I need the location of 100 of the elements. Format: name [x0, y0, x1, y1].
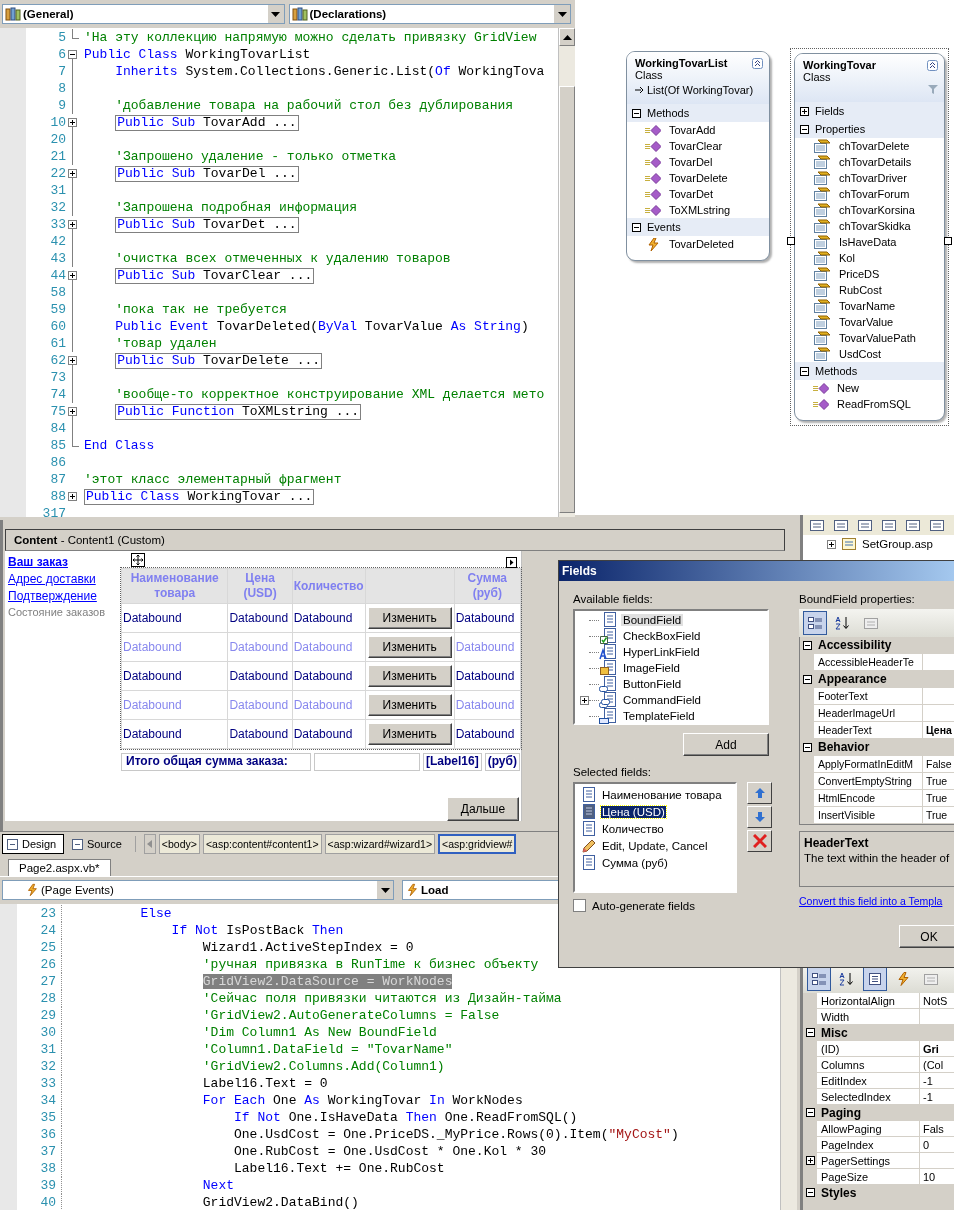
member-name[interactable]: RubCost [839, 284, 882, 296]
member-name[interactable]: TovarClear [669, 140, 723, 152]
fold-toggle-icon[interactable] [68, 220, 77, 229]
file-tab[interactable]: Page2.aspx.vb* [8, 859, 111, 876]
field-type-item[interactable]: BoundField [621, 614, 684, 626]
member-name[interactable]: Kol [839, 252, 855, 264]
member-name[interactable]: chTovarDelete [839, 140, 910, 152]
breadcrumb[interactable]: <asp:wizard#wizard1> [324, 834, 436, 854]
dropdown[interactable]: (Declarations) [288, 4, 571, 24]
dropdown[interactable]: (General) [2, 4, 285, 24]
expand-toggle-icon[interactable] [580, 695, 589, 705]
expand-toggle-icon[interactable] [802, 742, 812, 752]
selected-field-item[interactable]: Цена (USD) [601, 805, 666, 818]
property-value[interactable]: (Col [920, 1057, 954, 1072]
class-shape[interactable]: WorkingTovarList Class List(Of WorkingTovar) Methods TovarAdd TovarClear TovarDel TovarDelete TovarDet ToXMLstring Events TovarDeleted [626, 51, 770, 261]
total-field[interactable] [314, 753, 420, 771]
fold-toggle-icon[interactable] [68, 407, 77, 416]
expand-toggle-icon[interactable] [805, 1028, 815, 1037]
collapse-icon[interactable] [752, 57, 763, 69]
edit-button[interactable]: Изменить [367, 607, 452, 629]
property-value[interactable]: 10 [920, 1169, 954, 1184]
checkbox[interactable] [573, 899, 586, 912]
smart-tag-icon[interactable] [506, 557, 517, 568]
expand-toggle-icon[interactable] [802, 640, 812, 650]
expand-toggle-icon[interactable] [805, 1188, 815, 1197]
selected-field-item[interactable]: Количество [601, 822, 665, 835]
property-value[interactable]: 0 [920, 1137, 954, 1152]
resize-handle[interactable] [944, 237, 952, 245]
expand-toggle-icon[interactable] [632, 108, 641, 118]
toolbar-icon[interactable] [929, 518, 945, 532]
edit-button[interactable]: Изменить [367, 694, 452, 716]
edit-button[interactable]: Изменить [367, 723, 452, 745]
property-value[interactable]: False [923, 756, 954, 772]
expand-toggle-icon[interactable] [632, 222, 641, 232]
property-value[interactable]: NotS [920, 993, 954, 1008]
categorized-icon[interactable] [807, 967, 831, 991]
member-name[interactable]: TovarAdd [669, 124, 716, 136]
expand-toggle-icon[interactable] [800, 106, 809, 116]
list-box[interactable]: BoundField CheckBoxField HyperLinkField ImageField ButtonField CommandField TemplateField [573, 609, 769, 725]
member-name[interactable]: chTovarSkidka [839, 220, 911, 232]
fold-toggle-icon[interactable] [68, 271, 77, 280]
toolbar-icon[interactable] [809, 518, 825, 532]
member-name[interactable]: TovarDet [669, 188, 714, 200]
delete-button[interactable] [747, 830, 772, 852]
fold-toggle-icon[interactable] [68, 118, 77, 127]
edit-button[interactable]: Изменить [367, 665, 452, 687]
member-name[interactable]: UsdCost [839, 348, 882, 360]
field-type-item[interactable]: TemplateField [621, 710, 697, 722]
property-value[interactable]: Gri [920, 1041, 954, 1056]
ok-button[interactable]: OK [899, 925, 954, 948]
toolbar-icon[interactable] [881, 518, 897, 532]
property-value[interactable]: True [923, 807, 954, 823]
field-type-item[interactable]: CommandField [621, 694, 703, 706]
selected-field-item[interactable]: Сумма (руб) [601, 856, 669, 869]
member-name[interactable]: New [837, 382, 859, 394]
fold-toggle-icon[interactable] [68, 492, 77, 501]
list-box[interactable]: Наименование товара Цена (USD) Количество Edit, Update, Cancel Сумма (руб) [573, 782, 737, 893]
move-up-button[interactable] [747, 782, 772, 804]
property-value[interactable]: True [923, 773, 954, 789]
member-name[interactable]: TovarDelete [669, 172, 728, 184]
expand-toggle-icon[interactable] [800, 366, 809, 376]
breadcrumb[interactable]: <body> [158, 834, 200, 854]
member-name[interactable]: TovarValue [839, 316, 894, 328]
property-value[interactable]: -1 [920, 1089, 954, 1104]
member-name[interactable]: TovarDel [669, 156, 713, 168]
scrollbar[interactable] [558, 28, 575, 517]
expand-toggle-icon[interactable] [800, 124, 809, 134]
view-tab[interactable]: Source [67, 834, 127, 854]
collapse-icon[interactable] [927, 59, 938, 71]
dropdown[interactable]: (Page Events) [2, 880, 394, 900]
member-name[interactable]: IsHaveData [839, 236, 897, 248]
member-name[interactable]: ToXMLstring [669, 204, 731, 216]
move-handle-icon[interactable] [131, 553, 145, 567]
property-value[interactable]: Fals [920, 1121, 954, 1136]
properties-icon[interactable] [863, 967, 887, 991]
expand-toggle-icon[interactable] [805, 1156, 815, 1165]
field-type-item[interactable]: ButtonField [621, 678, 684, 690]
next-button[interactable]: Дальше [447, 797, 519, 821]
wizard-step-link[interactable]: Ваш заказ [8, 555, 68, 569]
class-shape[interactable] [794, 53, 945, 421]
member-name[interactable]: TovarValuePath [839, 332, 916, 344]
property-value[interactable]: -1 [920, 1073, 954, 1088]
expand-toggle-icon[interactable] [802, 674, 812, 684]
edit-button[interactable]: Изменить [367, 636, 452, 658]
move-down-button[interactable] [747, 806, 772, 828]
field-type-item[interactable]: HyperLinkField [621, 646, 702, 658]
member-name[interactable]: TovarName [839, 300, 896, 312]
member-name[interactable]: chTovarKorsina [839, 204, 915, 216]
breadcrumb[interactable]: <asp:content#content1> [202, 834, 322, 854]
convert-link[interactable]: Convert this field into a Templa [799, 895, 954, 907]
member-name[interactable]: chTovarDriver [839, 172, 907, 184]
member-name[interactable]: TovarDeleted [669, 238, 734, 250]
field-type-item[interactable]: ImageField [621, 662, 682, 674]
arrow-up-icon[interactable] [562, 34, 572, 40]
view-tab[interactable]: Design [2, 834, 64, 854]
member-name[interactable]: chTovarDetails [839, 156, 912, 168]
breadcrumb[interactable]: <asp:gridview# [438, 834, 517, 854]
expand-toggle-icon[interactable] [827, 539, 836, 549]
member-name[interactable]: chTovarForum [839, 188, 910, 200]
toolbar-icon[interactable] [905, 518, 921, 532]
